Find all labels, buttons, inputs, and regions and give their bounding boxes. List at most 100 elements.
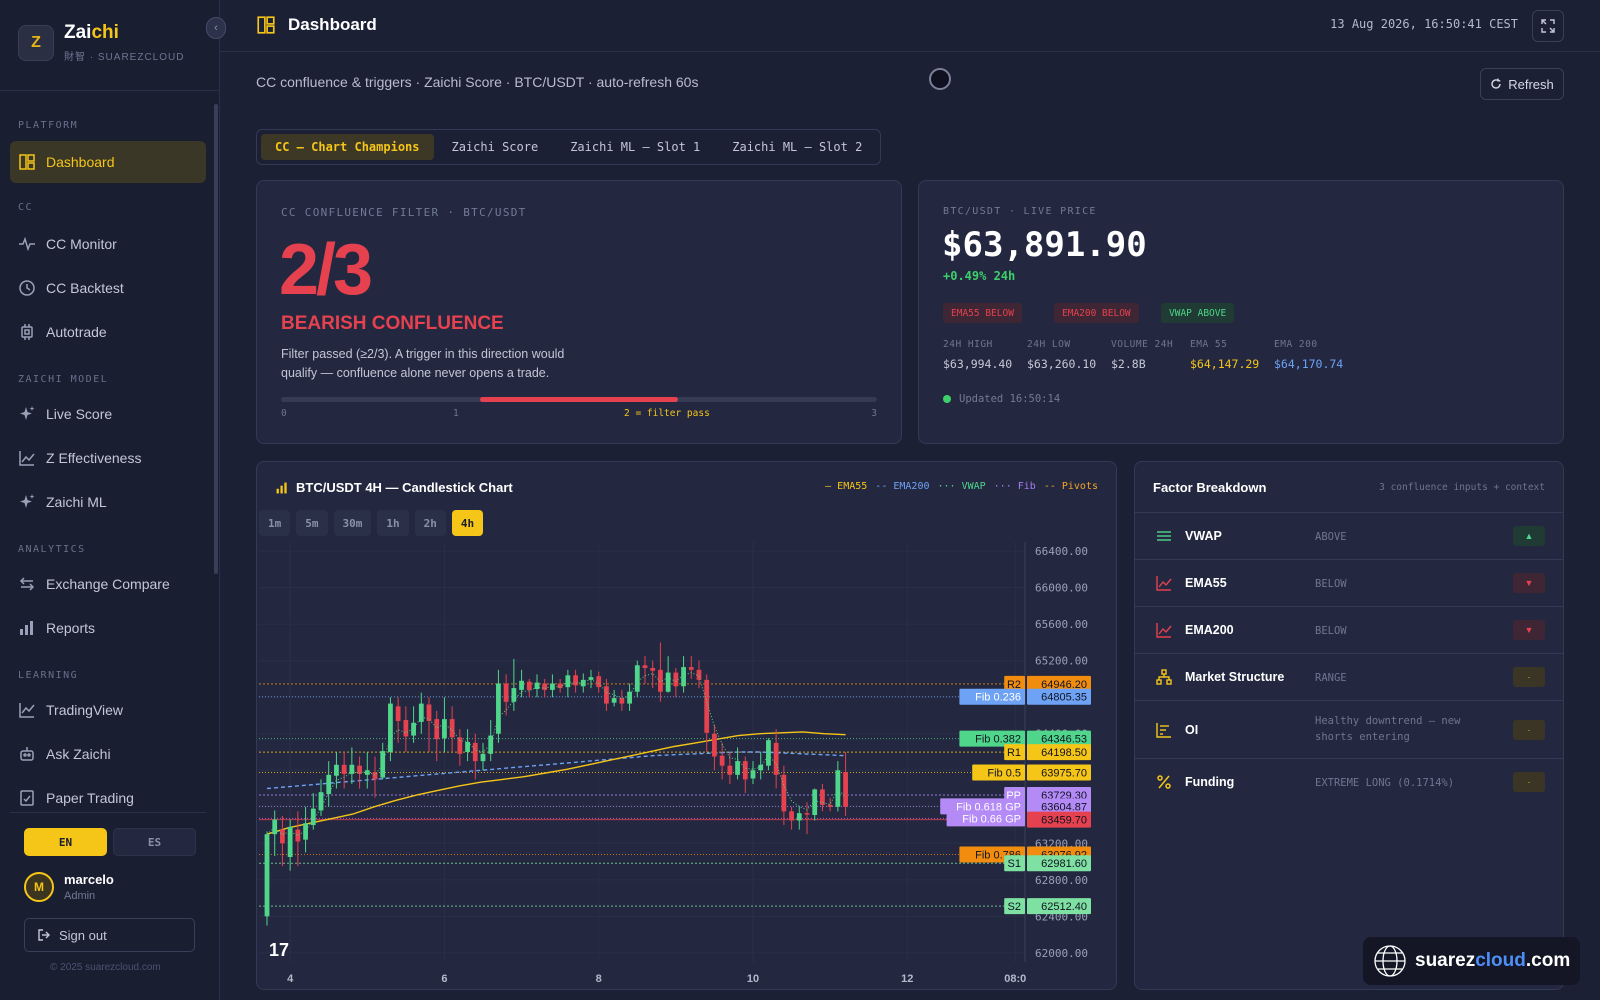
tick-3: 3 bbox=[871, 408, 877, 419]
stat-key: 24H HIGH bbox=[943, 339, 993, 350]
trend-icon bbox=[1156, 623, 1172, 638]
sidebar-item-cc-monitor[interactable]: CC Monitor bbox=[10, 223, 206, 265]
sidebar-item-autotrade[interactable]: Autotrade bbox=[10, 311, 206, 353]
live-price-card: BTC/USDT · LIVE PRICE $63,891.90 +0.49% … bbox=[918, 180, 1564, 444]
candle bbox=[341, 764, 347, 774]
updated-status: Updated 16:50:14 bbox=[943, 393, 1060, 405]
candle bbox=[642, 665, 648, 668]
candle bbox=[673, 672, 679, 687]
datetime: 13 Aug 2026, 16:50:41 CEST bbox=[1330, 17, 1518, 31]
candlestick-chart[interactable]: 66400.0066000.0065600.0065200.0064800.00… bbox=[257, 542, 1117, 990]
legend-fib: ··· Fib bbox=[993, 481, 1036, 492]
level-value: 64805.35 bbox=[1041, 692, 1087, 704]
brand[interactable]: Z Zaichi 財智 · SUAREZCLOUD bbox=[18, 22, 184, 63]
candle bbox=[280, 829, 285, 844]
factor-row-market-structure: Market Structure RANGE · bbox=[1135, 653, 1563, 700]
lang-es-button[interactable]: ES bbox=[113, 828, 196, 856]
factor-status: BELOW bbox=[1315, 578, 1347, 590]
y-tick-label: 65200.00 bbox=[1035, 655, 1088, 668]
candle bbox=[496, 683, 501, 734]
y-tick-label: 66000.00 bbox=[1035, 582, 1088, 595]
legend-ema200: -- EMA200 bbox=[875, 481, 930, 492]
fullscreen-button[interactable] bbox=[1532, 10, 1564, 42]
factor-status: Healthy downtrend — new shorts entering bbox=[1315, 715, 1461, 743]
candle bbox=[526, 681, 532, 690]
price-change: +0.49% 24h bbox=[943, 269, 1016, 283]
tab-zaichi-ml-slot-2[interactable]: Zaichi ML — Slot 2 bbox=[718, 134, 876, 160]
tf-1h[interactable]: 1h bbox=[377, 510, 409, 536]
level-tag: Fib 0.5 bbox=[987, 767, 1021, 779]
level-tag: S1 bbox=[1008, 858, 1021, 870]
paper-icon bbox=[20, 790, 34, 806]
candle bbox=[619, 698, 625, 704]
page-subtitle: CC confluence & triggers · Zaichi Score … bbox=[256, 74, 699, 90]
candle bbox=[573, 675, 578, 686]
tf-5m[interactable]: 5m bbox=[296, 510, 328, 536]
factor-name: EMA200 bbox=[1185, 623, 1234, 637]
candle bbox=[750, 770, 756, 779]
sidebar-item-zaichi-ml[interactable]: Zaichi ML bbox=[10, 481, 206, 523]
candle bbox=[287, 826, 293, 857]
legend-pivots: -- Pivots bbox=[1043, 481, 1098, 492]
candle bbox=[650, 668, 656, 671]
page-title-text: Dashboard bbox=[288, 15, 377, 34]
factor-name: Funding bbox=[1185, 775, 1235, 789]
tf-30m[interactable]: 30m bbox=[333, 510, 372, 536]
tab-zaichi-score[interactable]: Zaichi Score bbox=[438, 134, 553, 160]
tradingview-logo-icon: 17 bbox=[269, 940, 289, 960]
tab-cc-chart-champions[interactable]: CC — Chart Champions bbox=[261, 134, 434, 160]
refresh-button[interactable]: Refresh bbox=[1480, 68, 1564, 100]
sidebar-item-tradingview[interactable]: TradingView bbox=[10, 689, 206, 731]
brand-subtitle: 財智 · SUAREZCLOUD bbox=[64, 52, 185, 63]
confluence-card: CC CONFLUENCE FILTER · BTC/USDT 2/3 BEAR… bbox=[256, 180, 902, 444]
chart-card: BTC/USDT 4H — Candlestick Chart — EMA55 … bbox=[256, 461, 1117, 990]
logout-icon bbox=[38, 929, 50, 941]
candle bbox=[704, 679, 710, 733]
candle bbox=[349, 764, 355, 774]
sidebar-item-reports[interactable]: Reports bbox=[10, 607, 206, 649]
candle bbox=[519, 680, 524, 690]
user-profile[interactable]: M marcelo Admin bbox=[24, 872, 114, 902]
stat-value: $63,994.40 bbox=[943, 357, 1013, 371]
candle bbox=[580, 679, 586, 687]
candle bbox=[264, 834, 270, 917]
factor-name: VWAP bbox=[1185, 529, 1222, 543]
factor-row-oi: OI Healthy downtrend — new shorts enteri… bbox=[1135, 700, 1563, 758]
stat-ema200: EMA 200 $64,170.74 bbox=[1274, 339, 1343, 371]
factor-status: EXTREME LONG (0.1714%) bbox=[1315, 777, 1455, 789]
candle bbox=[688, 667, 694, 670]
chip-ema55: EMA55 BELOW bbox=[943, 303, 1022, 323]
tf-2h[interactable]: 2h bbox=[414, 510, 446, 536]
sidebar-item-label: Paper Trading bbox=[46, 790, 134, 806]
stat-volume-24h: VOLUME 24H $2.8B bbox=[1111, 339, 1173, 371]
level-tag: Fib 0.66 GP bbox=[962, 813, 1021, 825]
stat-24h-low: 24H LOW $63,260.10 bbox=[1027, 339, 1096, 371]
sparkle-icon bbox=[20, 406, 35, 420]
stat-key: EMA 55 bbox=[1190, 339, 1228, 350]
stat-key: EMA 200 bbox=[1274, 339, 1318, 350]
sidebar-item-label: CC Backtest bbox=[46, 280, 124, 296]
candle bbox=[773, 742, 779, 775]
sidebar-item-dashboard[interactable]: Dashboard bbox=[10, 141, 206, 183]
sidebar-item-live-score[interactable]: Live Score bbox=[10, 393, 206, 435]
lang-en-button[interactable]: EN bbox=[24, 828, 107, 856]
candle bbox=[727, 765, 733, 775]
tf-4h[interactable]: 4h bbox=[451, 510, 484, 536]
tab-zaichi-ml-slot-1[interactable]: Zaichi ML — Slot 1 bbox=[556, 134, 714, 160]
user-name: marcelo bbox=[64, 872, 114, 887]
sign-out-button[interactable]: Sign out bbox=[24, 918, 195, 952]
tf-1m[interactable]: 1m bbox=[259, 510, 291, 536]
candle bbox=[696, 669, 702, 680]
candle bbox=[611, 698, 617, 703]
tick-1: 1 bbox=[453, 408, 459, 419]
sidebar-item-cc-backtest[interactable]: CC Backtest bbox=[10, 267, 206, 309]
stat-key: 24H LOW bbox=[1027, 339, 1071, 350]
sidebar-item-label: Zaichi ML bbox=[46, 494, 107, 510]
sidebar-footer-divider bbox=[10, 812, 206, 813]
sidebar-item-exchange-compare[interactable]: Exchange Compare bbox=[10, 563, 206, 605]
sidebar-item-ask-zaichi[interactable]: Ask Zaichi bbox=[10, 733, 206, 775]
chart-legend: — EMA55 -- EMA200 ··· VWAP ··· Fib -- Pi… bbox=[825, 481, 1098, 492]
sidebar-scrollbar[interactable] bbox=[214, 104, 218, 574]
candle bbox=[820, 789, 825, 805]
sidebar-item-z-effectiveness[interactable]: Z Effectiveness bbox=[10, 437, 206, 479]
